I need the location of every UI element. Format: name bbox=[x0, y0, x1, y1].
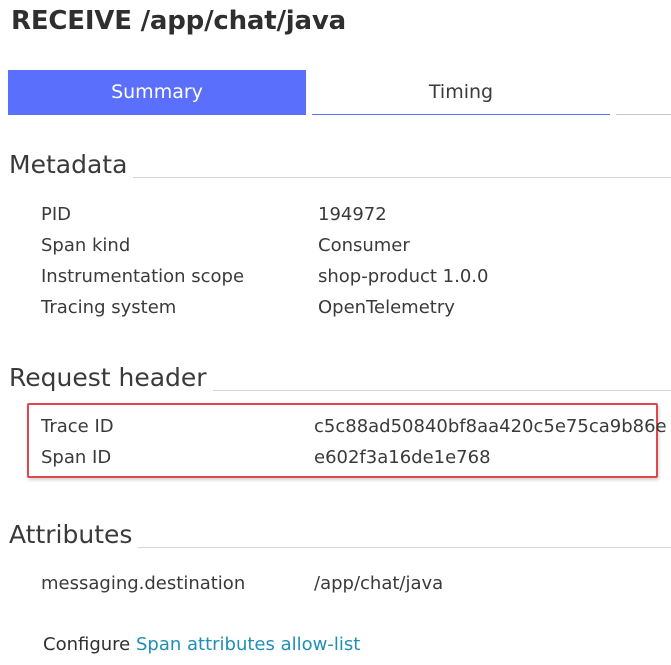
metadata-section-title: Metadata bbox=[9, 150, 128, 179]
metadata-key: Instrumentation scope bbox=[41, 266, 245, 287]
attribute-value: /app/chat/java bbox=[314, 573, 444, 594]
metadata-value: Consumer bbox=[318, 235, 410, 256]
attributes-section-title: Attributes bbox=[9, 520, 133, 549]
tab-bar-divider bbox=[616, 114, 671, 115]
section-divider bbox=[133, 177, 671, 178]
request-header-value: c5c88ad50840bf8aa420c5e75ca9b86e bbox=[314, 416, 667, 437]
metadata-row-tracing-system: Tracing system OpenTelemetry bbox=[41, 293, 661, 323]
request-header-row-trace-id: Trace ID c5c88ad50840bf8aa420c5e75ca9b86… bbox=[41, 412, 667, 442]
metadata-section-header: Metadata bbox=[9, 150, 671, 180]
request-header-section-header: Request header bbox=[9, 363, 671, 393]
tab-timing[interactable]: Timing bbox=[312, 70, 610, 115]
page-title: RECEIVE /app/chat/java bbox=[11, 6, 346, 36]
request-header-value: e602f3a16de1e768 bbox=[314, 447, 491, 468]
configure-line: Configure Span attributes allow-list bbox=[43, 630, 360, 660]
tab-summary[interactable]: Summary bbox=[8, 70, 306, 115]
request-header-key: Span ID bbox=[41, 447, 112, 468]
request-header-row-span-id: Span ID e602f3a16de1e768 bbox=[41, 443, 661, 473]
section-divider bbox=[212, 390, 671, 391]
attributes-row-messaging-destination: messaging.destination /app/chat/java bbox=[41, 569, 661, 599]
metadata-key: Span kind bbox=[41, 235, 131, 256]
configure-label: Configure bbox=[43, 634, 131, 655]
attribute-key: messaging.destination bbox=[41, 573, 246, 594]
tab-bar: Summary Timing bbox=[8, 70, 671, 116]
request-header-key: Trace ID bbox=[41, 416, 114, 437]
request-header-section-title: Request header bbox=[9, 363, 207, 392]
attributes-section-header: Attributes bbox=[9, 520, 671, 550]
metadata-key: PID bbox=[41, 204, 72, 225]
span-attributes-allow-list-link[interactable]: Span attributes allow-list bbox=[136, 634, 360, 655]
metadata-value: shop-product 1.0.0 bbox=[318, 266, 489, 287]
metadata-value: OpenTelemetry bbox=[318, 297, 455, 318]
metadata-key: Tracing system bbox=[41, 297, 177, 318]
metadata-row-pid: PID 194972 bbox=[41, 200, 661, 230]
metadata-value: 194972 bbox=[318, 204, 387, 225]
metadata-row-span-kind: Span kind Consumer bbox=[41, 231, 661, 261]
section-divider bbox=[138, 547, 671, 548]
metadata-row-instrumentation-scope: Instrumentation scope shop-product 1.0.0 bbox=[41, 262, 661, 292]
